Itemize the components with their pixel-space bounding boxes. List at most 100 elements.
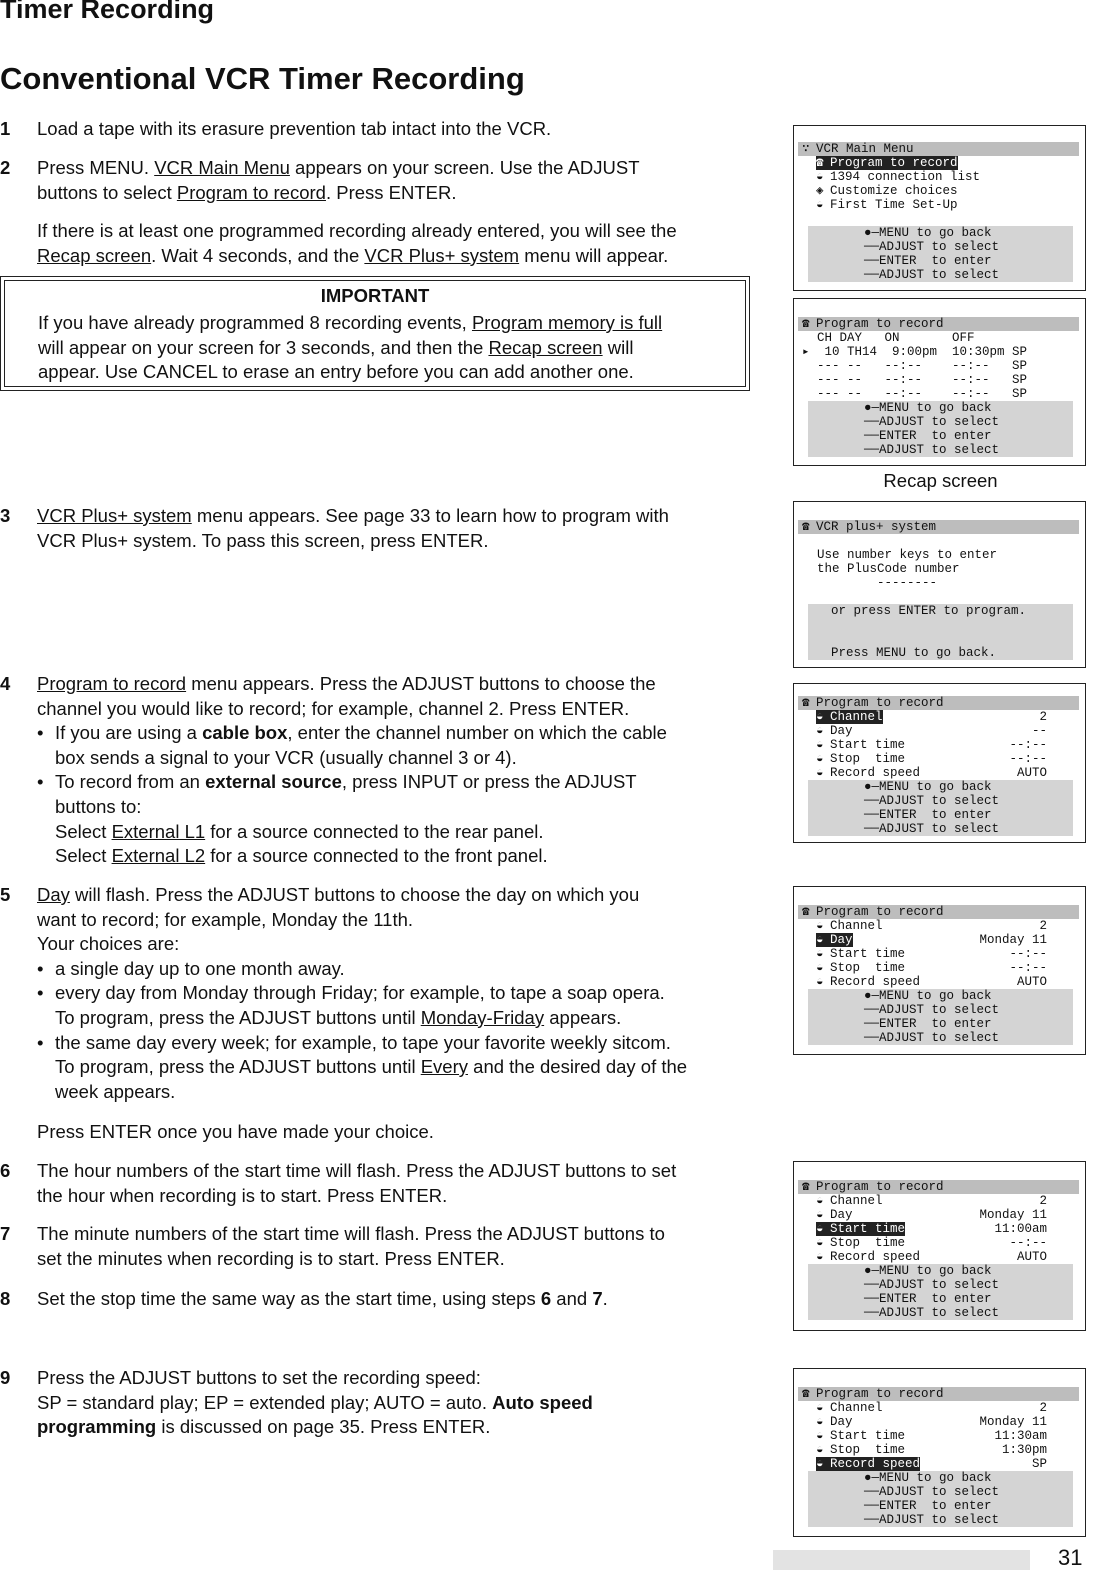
menu-icon: ☎ [802,520,810,534]
text-segment: VCR Plus+ system. To pass this screen, p… [37,529,489,551]
text-segment: week appears. [55,1080,176,1102]
text-line: the hour when recording is to start. Pre… [37,1184,760,1209]
menu-item[interactable]: ◒ Record speed AUTO [794,975,1085,989]
text-segment: for a source connected to the front pane… [205,845,548,867]
menu-item-label: ◒ Start time [816,947,906,961]
screen-header: ☎ Program to record [798,1387,1079,1401]
screen-title: Program to record [816,1387,944,1401]
help-panel: ●—MENU to go back ──ADJUST to select ──ENT… [808,989,1073,1045]
text-segment: If there is at least one programmed reco… [37,220,677,242]
text-segment: If you have already programmed 8 recordi… [38,312,472,333]
help-panel: ●—MENU to go back ──ADJUST to select ──ENT… [808,401,1073,457]
menu-item-label: ◒ Stop time [816,961,906,975]
bullet-icon: ◒ [816,975,824,989]
text-segment: Press MENU. [37,157,155,178]
menu-item[interactable]: ◒ Start time --:-- [794,738,1085,752]
screen-text: or press ENTER to program. [808,604,1073,618]
step-4: 4 Program to record menu appears. Press t… [0,672,760,869]
screen-text [808,632,1073,646]
menu-item-label: ◒ Day [816,724,853,738]
menu-item[interactable]: ◈ Customize choices [794,184,1085,198]
link-text: Recap screen [37,244,152,266]
step-number: 1 [0,118,11,139]
menu-item[interactable]: ◒ Stop time --:-- [794,752,1085,766]
menu-item-label: ◒ Channel [816,710,883,724]
screen-header: ☎ Program to record [798,1180,1079,1194]
text-line: channel you would like to record; for ex… [37,697,760,722]
menu-item[interactable]: ◒ Day Monday 11 [794,1208,1085,1222]
menu-item-value: 2 [1039,1194,1047,1208]
bullet-icon: ◈ [816,184,824,198]
menu-item-label: ◒ Record speed [816,1457,921,1471]
screen-text: the PlusCode number [802,562,960,576]
text-line: Set the stop time the same way as the st… [37,1287,760,1312]
menu-item-label: ◒ Channel [816,919,883,933]
menu-item[interactable]: ◒ 1394 connection list [794,170,1085,184]
help-line: ──ENTER to enter [864,254,992,268]
text-segment: channel you would like to record; for ex… [37,697,630,719]
menu-item-label: ◒ Record speed [816,766,921,780]
text-line: Day will flash. Press the ADJUST buttons… [37,883,760,908]
menu-item[interactable]: ◒ Start time 11:30am [794,1429,1085,1443]
menu-item[interactable]: ◒ Stop time --:-- [794,961,1085,975]
text-segment: the hour when recording is to start. Pre… [37,1184,448,1206]
menu-item-label: ◒ Start time [816,1222,906,1236]
text-segment: SP = standard play; EP = extended play; … [37,1391,493,1413]
text-line: The hour numbers of the start time will … [37,1159,760,1184]
menu-item[interactable]: ☎ Program to record [794,156,1085,170]
bullet-icon: ◒ [816,710,824,724]
osd-screen: ☎ Program to record ◒ Channel 2 ◒ Day -- ◒ Start … [793,683,1086,843]
menu-item[interactable]: ◒ First Time Set-Up [794,198,1085,212]
bullet-continuation: box sends a signal to your VCR (usually … [55,746,760,771]
text-line: Your choices are: [37,932,760,957]
menu-item[interactable]: ◒ Channel 2 [794,919,1085,933]
menu-item[interactable]: ◒ Day Monday 11 [794,1415,1085,1429]
step-2: 2 Press MENU. VCR Main Menu appears on yo… [0,156,760,268]
menu-item[interactable]: ◒ Channel 2 [794,1194,1085,1208]
menu-item[interactable]: ◒ Stop time 1:30pm [794,1443,1085,1457]
text-line: Recap screen. Wait 4 seconds, and the VC… [37,244,760,269]
menu-item[interactable]: ◒ Channel 2 [794,1401,1085,1415]
menu-item-value: Monday 11 [979,1208,1047,1222]
bullet-item: • every day from Monday through Friday; f… [37,981,760,1006]
help-line: ●—MENU to go back [864,401,992,415]
screen-text: -------- [802,576,938,590]
menu-item[interactable]: ◒ Start time 11:00am [794,1222,1085,1236]
text-segment: Auto speed [492,1391,593,1413]
osd-screen: ☎ VCR plus+ system Use number keys to ent… [793,501,1086,668]
menu-item-value: 1:30pm [1001,1443,1047,1457]
help-panel: ●—MENU to go back ──ADJUST to select ──ENT… [808,1471,1073,1527]
text-segment: for a source connected to the rear panel… [205,820,544,842]
text-segment: will appear on your screen for 3 seconds… [38,336,489,358]
step-5: 5 Day will flash. Press the ADJUST button… [0,883,760,1104]
text-segment: . Press ENTER. [325,181,457,203]
osd-screen: ☎ Program to record CH DAY ON OFF ▸ 10 TH1… [793,298,1086,466]
menu-item[interactable]: ◒ Record speed AUTO [794,1250,1085,1264]
menu-item[interactable]: ◒ Start time --:-- [794,947,1085,961]
menu-item[interactable]: ◒ Record speed SP [794,1457,1085,1471]
menu-item[interactable]: ◒ Day Monday 11 [794,933,1085,947]
text-segment: will [602,336,634,358]
link-text: External L1 [111,820,206,842]
text-segment: Select [55,845,112,867]
screen-text: --- -- --:-- --:-- SP [802,359,1028,373]
menu-item-value: 11:30am [994,1429,1047,1443]
menu-item[interactable]: ◒ Day -- [794,724,1085,738]
link-text: Program memory is full [471,312,663,333]
osd-screen: ∵ VCR Main Menu ☎ Program to record ◒ 1394 co… [793,125,1086,291]
text-segment: buttons to select [37,181,177,203]
screen-title: Program to record [816,1180,944,1194]
text-line: Press ENTER once you have made your choi… [37,1120,760,1145]
help-line: ──ADJUST to select [864,794,1000,808]
bullet-item: • To record from an external source, pres… [37,770,760,795]
help-line: ──ENTER to enter [864,1499,992,1513]
menu-item-value: --:-- [1009,738,1047,752]
important-title: IMPORTANT [320,285,430,306]
text-segment: appears. [544,1006,622,1028]
menu-item[interactable]: ◒ Record speed AUTO [794,766,1085,780]
menu-item-value: --:-- [1009,752,1047,766]
menu-item[interactable]: ◒ Stop time --:-- [794,1236,1085,1250]
menu-item[interactable]: ◒ Channel 2 [794,710,1085,724]
bullet-icon: ◒ [816,961,824,975]
section-title: Timer Recording [0,0,215,24]
